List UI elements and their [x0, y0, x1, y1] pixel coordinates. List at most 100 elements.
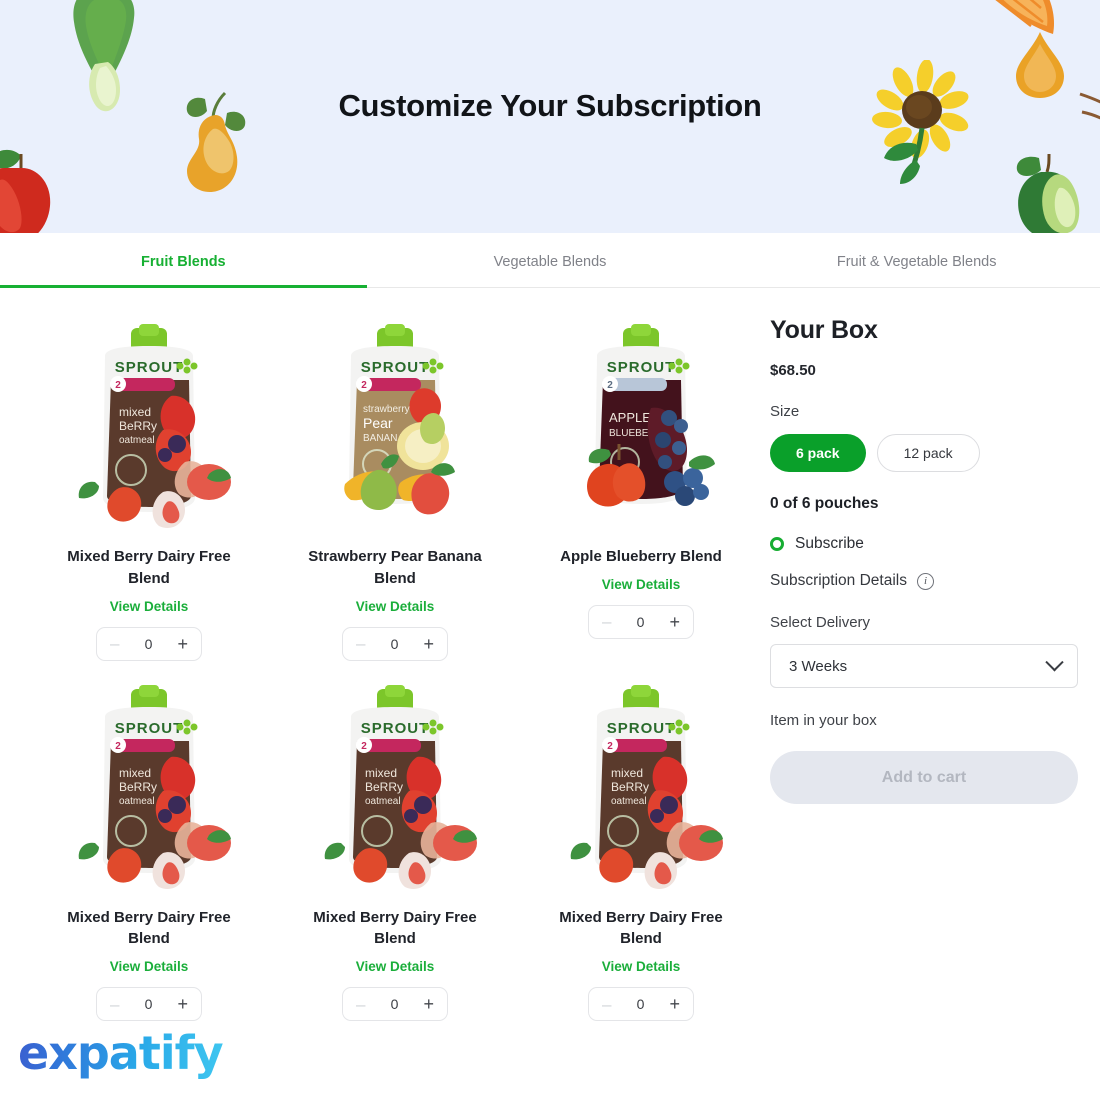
category-tabs: Fruit Blends Vegetable Blends Fruit & Ve…: [0, 233, 1100, 288]
your-box-panel: Your Box $68.50 Size 6 pack 12 pack 0 of…: [770, 288, 1100, 1037]
svg-text:2: 2: [361, 380, 367, 391]
product-image-mixed-berry: SPROUT 2 mixed BeRRy oatmeal: [551, 683, 731, 893]
add-to-cart-button[interactable]: Add to cart: [770, 751, 1078, 804]
svg-text:mixed: mixed: [119, 405, 151, 419]
product-card[interactable]: SPROUT 2 mixed BeRRy oatmeal Mixed Berry…: [272, 677, 518, 1032]
view-details-link[interactable]: View Details: [110, 599, 189, 614]
svg-text:2: 2: [607, 380, 613, 391]
select-delivery-label: Select Delivery: [770, 614, 871, 631]
decrement-button[interactable]: –: [602, 613, 611, 630]
size-label: Size: [770, 403, 800, 420]
product-title: Mixed Berry Dairy Free Blend: [67, 548, 231, 587]
expatify-watermark: expatify: [18, 1026, 224, 1080]
tab-fruit-blends[interactable]: Fruit Blends: [0, 233, 367, 288]
product-title: Mixed Berry Dairy Free Blend: [313, 908, 477, 948]
svg-text:BeRRy: BeRRy: [611, 780, 649, 794]
svg-text:oatmeal: oatmeal: [611, 796, 647, 807]
product-card[interactable]: SPROUT 2 mixed BeRRy oatmeal Mixed Berry…: [518, 677, 764, 1032]
increment-button[interactable]: +: [177, 995, 188, 1013]
view-details-link[interactable]: View Details: [602, 959, 681, 974]
product-title: Apple Blueberry Blend: [560, 548, 722, 565]
decrement-button[interactable]: –: [110, 996, 119, 1013]
increment-button[interactable]: +: [669, 613, 680, 631]
delivery-frequency-select[interactable]: 3 Weeks: [770, 644, 1078, 688]
svg-text:SPROUT: SPROUT: [607, 720, 676, 737]
decrement-button[interactable]: –: [356, 635, 365, 652]
svg-text:APPLE: APPLE: [609, 410, 651, 425]
product-title: Mixed Berry Dairy Free Blend: [559, 908, 723, 948]
svg-text:oatmeal: oatmeal: [365, 796, 401, 807]
quantity-value: 0: [390, 996, 399, 1012]
delivery-selected-value: 3 Weeks: [789, 657, 848, 675]
quantity-stepper[interactable]: – 0 +: [588, 604, 694, 639]
svg-text:SPROUT: SPROUT: [361, 720, 430, 737]
product-title: Strawberry Pear Banana Blend: [308, 548, 482, 587]
product-card[interactable]: SPROUT 2 mixed BeRRy oatmeal Mixed Berry…: [26, 677, 272, 1032]
svg-text:oatmeal: oatmeal: [119, 796, 155, 807]
svg-text:mixed: mixed: [119, 766, 151, 780]
subscribe-option[interactable]: Subscribe: [770, 535, 1088, 553]
product-grid: SPROUT 2 mixed BeRRy oatmeal Mixed Berry…: [0, 288, 770, 1037]
quantity-stepper[interactable]: – 0 +: [342, 626, 448, 661]
svg-text:BeRRy: BeRRy: [119, 780, 157, 794]
svg-text:mixed: mixed: [611, 766, 643, 780]
product-image-mixed-berry: SPROUT 2 mixed BeRRy oatmeal: [59, 322, 239, 532]
quantity-stepper[interactable]: – 0 +: [96, 626, 202, 661]
increment-button[interactable]: +: [423, 635, 434, 653]
decrement-button[interactable]: –: [110, 635, 119, 652]
quantity-value: 0: [636, 613, 645, 630]
view-details-link[interactable]: View Details: [356, 599, 435, 614]
size-option-6-pack[interactable]: 6 pack: [770, 434, 866, 472]
main-content: SPROUT 2 mixed BeRRy oatmeal Mixed Berry…: [0, 288, 1100, 1037]
size-option-12-pack[interactable]: 12 pack: [876, 434, 980, 472]
tab-label: Fruit & Vegetable Blends: [836, 254, 997, 270]
increment-button[interactable]: +: [177, 635, 188, 653]
increment-button[interactable]: +: [669, 995, 680, 1013]
decrement-button[interactable]: –: [602, 996, 611, 1013]
size-options: 6 pack 12 pack: [770, 434, 1088, 472]
tab-label: Vegetable Blends: [493, 254, 607, 270]
product-image-strawberry-pear: SPROUT 2 strawberry Pear BANANA: [305, 322, 485, 532]
product-card[interactable]: SPROUT 2 strawberry Pear BANANA Strawber…: [272, 316, 518, 671]
quantity-stepper[interactable]: – 0 +: [588, 987, 694, 1021]
product-image-apple-blueberry: SPROUT 2 APPLE BLUEBERRY: [551, 322, 731, 532]
svg-text:strawberry: strawberry: [363, 404, 410, 415]
product-image-mixed-berry: SPROUT 2 mixed BeRRy oatmeal: [305, 683, 485, 893]
subscription-details-row[interactable]: Subscription Details i: [770, 572, 1088, 590]
svg-text:2: 2: [115, 741, 121, 752]
svg-text:SPROUT: SPROUT: [115, 720, 184, 737]
svg-text:Pear: Pear: [363, 415, 393, 431]
view-details-link[interactable]: View Details: [602, 577, 681, 592]
tab-label: Fruit Blends: [141, 254, 226, 270]
increment-button[interactable]: +: [423, 995, 434, 1013]
orange-slice-icon: [995, 0, 1054, 34]
svg-text:2: 2: [607, 741, 613, 752]
view-details-link[interactable]: View Details: [356, 959, 435, 974]
info-icon[interactable]: i: [916, 572, 934, 590]
product-card[interactable]: SPROUT 2 mixed BeRRy oatmeal Mixed Berry…: [26, 316, 272, 671]
item-in-box-note: Item in your box: [770, 712, 877, 729]
page-title: Customize Your Subscription: [338, 88, 762, 123]
product-title: Mixed Berry Dairy Free Blend: [67, 908, 231, 948]
svg-text:mixed: mixed: [365, 766, 397, 780]
view-details-link[interactable]: View Details: [110, 959, 189, 974]
svg-text:SPROUT: SPROUT: [607, 359, 676, 376]
apple-icon: [0, 149, 51, 233]
chevron-down-icon[interactable]: [1045, 652, 1064, 671]
tab-fruit-vegetable-blends[interactable]: Fruit & Vegetable Blends: [733, 233, 1100, 287]
product-image-mixed-berry: SPROUT 2 mixed BeRRy oatmeal: [59, 683, 239, 893]
quantity-stepper[interactable]: – 0 +: [96, 987, 202, 1021]
quantity-value: 0: [144, 996, 153, 1012]
svg-text:2: 2: [115, 380, 121, 391]
quantity-value: 0: [390, 635, 399, 652]
box-price: $68.50: [770, 362, 816, 379]
tab-vegetable-blends[interactable]: Vegetable Blends: [367, 233, 734, 287]
decrement-button[interactable]: –: [356, 996, 365, 1013]
quantity-stepper[interactable]: – 0 +: [342, 987, 448, 1021]
svg-text:oatmeal: oatmeal: [119, 435, 155, 446]
pouch-count: 0 of 6 pouches: [770, 495, 879, 512]
avocado-icon: [1016, 153, 1080, 233]
product-card[interactable]: SPROUT 2 APPLE BLUEBERRY Apple Blueberry…: [518, 316, 764, 671]
radio-selected-icon[interactable]: [770, 537, 784, 551]
subscribe-label: Subscribe: [795, 535, 864, 552]
